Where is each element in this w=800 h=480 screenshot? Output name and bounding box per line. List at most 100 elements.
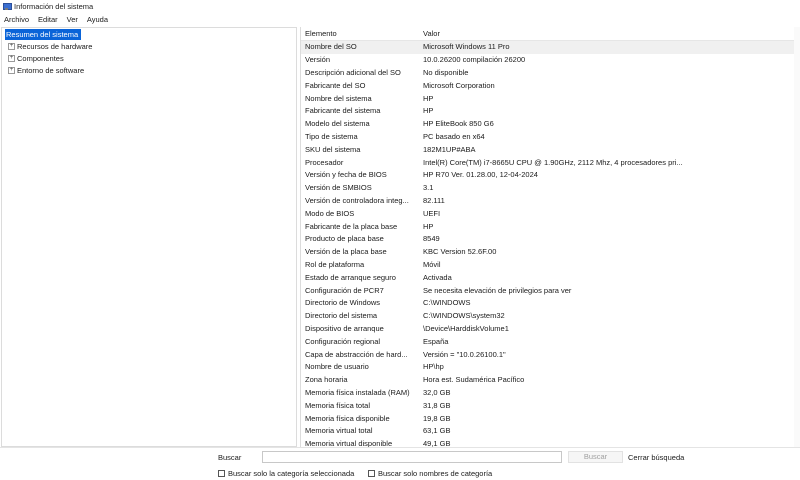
row-item: Nombre del SO: [305, 42, 357, 52]
expand-icon[interactable]: +: [8, 66, 15, 74]
tree-item-label: Componentes: [17, 53, 64, 63]
search-button[interactable]: Buscar: [568, 451, 623, 463]
table-row[interactable]: Tipo de sistema PC basado en x64: [301, 131, 800, 144]
row-value: \Device\HarddiskVolume1: [423, 323, 509, 333]
row-item: Producto de placa base: [305, 234, 384, 244]
menu-ayuda[interactable]: Ayuda: [87, 15, 108, 24]
table-row[interactable]: Estado de arranque seguro Activada: [301, 271, 800, 284]
table-row[interactable]: Versión de controladora integ... 82.111: [301, 195, 800, 208]
search-panel: Buscar Buscar Cerrar búsqueda Buscar sol…: [0, 447, 800, 480]
row-value: No disponible: [423, 67, 469, 77]
row-item: Modo de BIOS: [305, 208, 355, 218]
table-row[interactable]: Fabricante de la placa base HP: [301, 220, 800, 233]
table-row[interactable]: Descripción adicional del SO No disponibl…: [301, 67, 800, 80]
table-row[interactable]: Versión y fecha de BIOS HP R70 Ver. 01.28…: [301, 169, 800, 182]
table-row[interactable]: Modelo del sistema HP EliteBook 850 G6: [301, 118, 800, 131]
row-item: Nombre de usuario: [305, 362, 369, 372]
table-row[interactable]: Nombre del sistema HP: [301, 92, 800, 105]
table-row[interactable]: Versión de SMBIOS 3.1: [301, 182, 800, 195]
checkbox-selected-category[interactable]: [218, 470, 225, 477]
tree-item-label: Resumen del sistema: [5, 28, 82, 40]
table-row[interactable]: Capa de abstracción de hard... Versión = …: [301, 348, 800, 361]
expand-icon[interactable]: +: [8, 42, 15, 50]
row-item: Fabricante de la placa base: [305, 221, 398, 231]
row-value: HP\hp: [423, 362, 444, 372]
tree-item-label: Entorno de software: [17, 65, 85, 75]
menu-archivo[interactable]: Archivo: [4, 15, 29, 24]
table-row[interactable]: Memoria virtual disponible 49,1 GB: [301, 438, 800, 447]
row-value: KBC Version 52.6F.00: [423, 247, 497, 257]
search-category-names-option[interactable]: Buscar solo nombres de categoría: [368, 469, 492, 478]
row-value: UEFI: [423, 208, 441, 218]
expand-icon[interactable]: +: [8, 54, 15, 62]
table-row[interactable]: SKU del sistema 182M1UP#ABA: [301, 143, 800, 156]
table-row[interactable]: Rol de plataforma Móvil: [301, 259, 800, 272]
row-item: Dispositivo de arranque: [305, 323, 384, 333]
menu-bar: Archivo Editar Ver Ayuda: [0, 13, 800, 26]
row-item: Memoria virtual total: [305, 426, 373, 436]
table-row[interactable]: Dispositivo de arranque \Device\HarddiskV…: [301, 323, 800, 336]
row-value: 19,8 GB: [423, 413, 451, 423]
row-item: Nombre del sistema: [305, 93, 372, 103]
table-row[interactable]: Nombre de usuario HP\hp: [301, 361, 800, 374]
menu-ver[interactable]: Ver: [67, 15, 78, 24]
row-value: 10.0.26200 compilación 26200: [423, 55, 526, 65]
table-row[interactable]: Producto de placa base 8549: [301, 233, 800, 246]
table-row[interactable]: Directorio de Windows C:\WINDOWS: [301, 297, 800, 310]
tree-item-resumen[interactable]: Resumen del sistema: [2, 28, 296, 40]
tree-item-software[interactable]: + Entorno de software: [2, 64, 296, 76]
title-bar: Información del sistema: [0, 0, 800, 13]
row-item: Versión de la placa base: [305, 247, 387, 257]
row-item: Memoria física total: [305, 400, 371, 410]
table-row[interactable]: Memoria virtual total 63,1 GB: [301, 425, 800, 438]
row-value: Microsoft Corporation: [423, 80, 495, 90]
checkbox-label: Buscar solo la categoría seleccionada: [228, 469, 355, 478]
table-row[interactable]: Configuración regional España: [301, 335, 800, 348]
row-item: Fabricante del SO: [305, 80, 366, 90]
row-value: HP: [423, 93, 434, 103]
table-row[interactable]: Procesador Intel(R) Core(TM) i7-8665U CPU…: [301, 156, 800, 169]
search-label: Buscar: [218, 453, 242, 462]
table-row[interactable]: Memoria física instalada (RAM) 32,0 GB: [301, 387, 800, 400]
row-item: Versión de SMBIOS: [305, 183, 372, 193]
row-item: Memoria física instalada (RAM): [305, 387, 410, 397]
table-row[interactable]: Nombre del SO Microsoft Windows 11 Pro: [301, 41, 800, 54]
row-value: España: [423, 336, 449, 346]
column-header-valor[interactable]: Valor: [419, 28, 800, 40]
table-row[interactable]: Fabricante del SO Microsoft Corporation: [301, 79, 800, 92]
row-value: HP EliteBook 850 G6: [423, 119, 494, 129]
table-row[interactable]: Modo de BIOS UEFI: [301, 207, 800, 220]
row-item: Tipo de sistema: [305, 131, 358, 141]
tree-item-hardware[interactable]: + Recursos de hardware: [2, 40, 296, 52]
search-selected-category-option[interactable]: Buscar solo la categoría seleccionada: [218, 469, 354, 478]
tree-item-componentes[interactable]: + Componentes: [2, 52, 296, 64]
table-row[interactable]: Zona horaria Hora est. Sudamérica Pacífic…: [301, 374, 800, 387]
row-value: 8549: [423, 234, 440, 244]
table-row[interactable]: Versión de la placa base KBC Version 52.6…: [301, 246, 800, 259]
list-rows: Nombre del SO Microsoft Windows 11 Pro Ver…: [301, 41, 800, 447]
row-item: Modelo del sistema: [305, 119, 370, 129]
checkbox-label: Buscar solo nombres de categoría: [378, 469, 493, 478]
row-item: Configuración regional: [305, 336, 381, 346]
table-row[interactable]: Versión 10.0.26200 compilación 26200: [301, 54, 800, 67]
row-item: Rol de plataforma: [305, 259, 365, 269]
table-row[interactable]: Configuración de PCR7 Se necesita elevaci…: [301, 284, 800, 297]
column-header-elemento[interactable]: Elemento: [301, 28, 419, 40]
row-item: Descripción adicional del SO: [305, 67, 401, 77]
row-item: Directorio del sistema: [305, 311, 378, 321]
menu-editar[interactable]: Editar: [38, 15, 58, 24]
table-row[interactable]: Directorio del sistema C:\WINDOWS\system3…: [301, 310, 800, 323]
row-item: Fabricante del sistema: [305, 106, 381, 116]
tree-item-label: Recursos de hardware: [17, 41, 93, 51]
table-row[interactable]: Memoria física total 31,8 GB: [301, 399, 800, 412]
row-value: Microsoft Windows 11 Pro: [423, 42, 510, 52]
search-input[interactable]: [262, 451, 562, 463]
checkbox-category-names[interactable]: [368, 470, 375, 477]
row-item: Configuración de PCR7: [305, 285, 384, 295]
table-row[interactable]: Memoria física disponible 19,8 GB: [301, 412, 800, 425]
row-value: 3.1: [423, 183, 434, 193]
row-item: SKU del sistema: [305, 144, 361, 154]
table-row[interactable]: Fabricante del sistema HP: [301, 105, 800, 118]
vertical-scrollbar[interactable]: [794, 27, 800, 447]
close-search-button[interactable]: Cerrar búsqueda: [628, 453, 684, 462]
